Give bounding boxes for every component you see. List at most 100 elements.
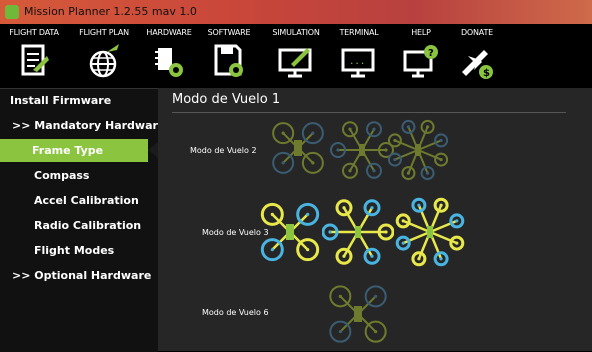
svg-text:$: $ — [483, 68, 490, 79]
menu-flight-data[interactable]: FLIGHT DATA — [4, 24, 64, 88]
frame-body — [354, 306, 362, 322]
donate-plane-icon: $ — [462, 50, 493, 79]
sidebar-item-label: Compass — [34, 169, 90, 182]
rotor-hub — [439, 257, 443, 261]
frame-body — [359, 144, 365, 156]
menu-terminal-label: TERMINAL — [339, 28, 379, 37]
rotor-hub — [439, 157, 443, 162]
frame-octo-x-mode2[interactable] — [386, 118, 450, 182]
frame-hexa-x-mode3[interactable] — [322, 196, 394, 268]
rotor-hub — [406, 125, 411, 129]
help-monitor-icon: ? — [403, 45, 438, 78]
rotor-hub — [417, 257, 421, 261]
rotor-hub — [401, 219, 405, 223]
rotor-hub — [348, 127, 352, 131]
floppy-gear-icon — [214, 44, 243, 77]
rotor-hub — [338, 330, 342, 334]
frame-quad-x-mode2[interactable] — [266, 116, 330, 180]
title-bar: Mission Planner 1.2.55 mav 1.0 — [0, 0, 592, 24]
frame-body — [415, 144, 421, 156]
rotor-hub — [338, 294, 342, 298]
sidebar-item-optional-hardware[interactable]: >> Optional Hardware — [0, 264, 158, 287]
rotor-hub — [401, 241, 405, 245]
main-menu: FLIGHT DATA FLIGHT PLAN HARDWARE SOFTWAR… — [0, 24, 592, 88]
rotor-hub — [374, 294, 378, 298]
frame-quad-x-mode3[interactable] — [254, 196, 326, 268]
sidebar-item-frame-type[interactable]: Frame Type — [0, 139, 158, 162]
menu-hardware[interactable]: HARDWARE — [140, 24, 198, 88]
menu-donate[interactable]: DONATE $ — [450, 24, 504, 88]
menu-simulation[interactable]: SIMULATION — [264, 24, 328, 88]
menu-help[interactable]: HELP ? — [394, 24, 448, 88]
sidebar-item-label: Frame Type — [32, 144, 104, 157]
rotor-hub — [439, 203, 443, 207]
menu-hardware-label: HARDWARE — [146, 28, 192, 37]
sidebar-item-mandatory-hardware[interactable]: >> Mandatory Hardware — [0, 114, 165, 137]
rotor-hub — [306, 248, 310, 252]
rotor-hub — [425, 171, 430, 175]
menu-software[interactable]: SOFTWARE — [202, 24, 256, 88]
rotor-hub — [417, 203, 421, 207]
rotor-hub — [311, 131, 315, 135]
rotor-hub — [336, 148, 340, 152]
rotor-hub — [370, 254, 374, 258]
frame-body — [427, 226, 433, 238]
sidebar-item-label: Flight Modes — [34, 244, 115, 257]
sidebar-item-flight-modes[interactable]: Flight Modes — [0, 239, 158, 262]
title-divider — [172, 112, 566, 113]
sidebar-item-install-firmware[interactable]: Install Firmware — [0, 89, 158, 112]
rotor-hub — [393, 157, 397, 162]
rotor-hub — [455, 219, 459, 223]
menu-donate-label: DONATE — [460, 28, 494, 37]
row-label-flight-mode-6: Modo de Vuelo 6 — [202, 308, 269, 317]
rotor-hub — [374, 330, 378, 334]
sidebar-item-accel-calibration[interactable]: Accel Calibration — [0, 189, 158, 212]
app-icon — [5, 5, 19, 19]
sidebar-item-label: Radio Calibration — [34, 219, 142, 232]
menu-simulation-label: SIMULATION — [272, 28, 320, 37]
sidebar-item-label: Accel Calibration — [34, 194, 139, 207]
rotor-hub — [270, 248, 274, 252]
rotor-hub — [342, 254, 346, 258]
menu-flight-data-label: FLIGHT DATA — [9, 28, 59, 37]
rotor-hub — [348, 169, 352, 173]
menu-flight-plan[interactable]: FLIGHT PLAN — [72, 24, 136, 88]
frame-type-panel: Modo de Vuelo 1 Modo de Vuelo 2 Modo de … — [158, 88, 592, 351]
menu-software-label: SOFTWARE — [207, 28, 251, 37]
frame-octo-x-mode3[interactable] — [394, 196, 466, 268]
rotor-hub — [393, 138, 397, 143]
frame-hexa-x-mode2[interactable] — [330, 118, 394, 182]
menu-help-label: HELP — [411, 28, 431, 37]
svg-text:?: ? — [428, 48, 434, 59]
rotor-hub — [328, 230, 332, 234]
sidebar-item-label: Install Firmware — [10, 94, 112, 107]
globe-icon — [89, 44, 119, 78]
flight-data-icon — [21, 44, 49, 76]
frame-body — [286, 224, 294, 240]
rotor-hub — [439, 138, 443, 143]
sidebar-item-compass[interactable]: Compass — [0, 164, 158, 187]
monitor-plane-icon — [278, 48, 312, 78]
page-title: Modo de Vuelo 1 — [172, 92, 281, 107]
sidebar: Install Firmware >> Mandatory Hardware F… — [0, 88, 165, 352]
terminal-icon: ... — [341, 48, 375, 78]
rotor-hub — [372, 127, 376, 131]
menu-terminal[interactable]: TERMINAL ... — [330, 24, 388, 88]
rotor-hub — [372, 169, 376, 173]
rotor-hub — [281, 161, 285, 165]
sidebar-item-label: >> Mandatory Hardware — [12, 119, 166, 132]
window-title: Mission Planner 1.2.55 mav 1.0 — [24, 5, 197, 18]
rotor-hub — [425, 125, 430, 129]
rotor-hub — [455, 241, 459, 245]
rotor-hub — [270, 212, 274, 216]
sidebar-item-label: >> Optional Hardware — [12, 269, 152, 282]
rotor-hub — [281, 131, 285, 135]
rotor-hub — [384, 230, 388, 234]
svg-text:...: ... — [349, 57, 365, 67]
menu-flight-plan-label: FLIGHT PLAN — [79, 28, 129, 37]
sidebar-item-radio-calibration[interactable]: Radio Calibration — [0, 214, 158, 237]
rotor-hub — [311, 161, 315, 165]
frame-quad-x-mode6[interactable] — [322, 278, 394, 350]
rotor-hub — [306, 212, 310, 216]
rotor-hub — [406, 171, 411, 175]
